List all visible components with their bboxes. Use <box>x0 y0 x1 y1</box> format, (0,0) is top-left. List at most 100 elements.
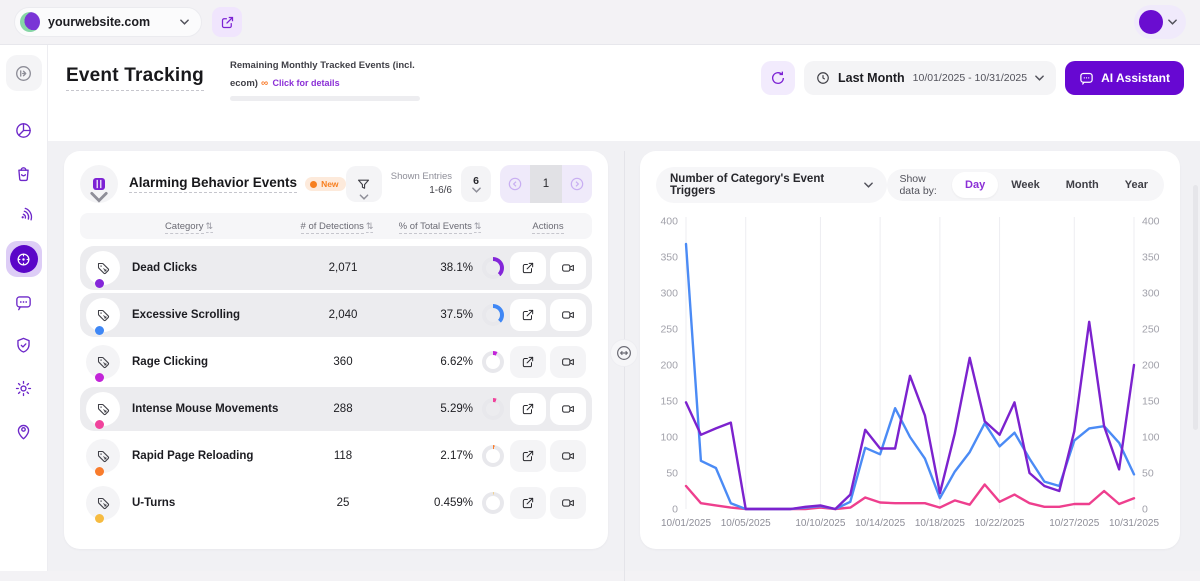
category-color-dot <box>95 373 104 382</box>
watch-recordings-button[interactable] <box>550 393 586 425</box>
remaining-progress-bar <box>230 96 420 101</box>
video-camera-icon <box>561 308 575 322</box>
sidebar-item-event-target[interactable] <box>6 241 42 277</box>
category-name: Intense Mouse Movements <box>132 403 278 415</box>
svg-text:0: 0 <box>1142 504 1148 516</box>
sidebar-item-shopping-bag[interactable] <box>6 155 42 191</box>
table-view-selector[interactable] <box>80 165 118 203</box>
shown-entries-label: Shown Entries <box>391 171 452 183</box>
column-header--of-detections[interactable]: # of Detections⇅ <box>298 221 376 232</box>
open-event-button[interactable] <box>510 440 546 472</box>
refresh-icon <box>770 70 786 86</box>
svg-text:350: 350 <box>1142 252 1160 264</box>
next-page-button[interactable] <box>562 165 592 203</box>
open-event-button[interactable] <box>510 393 546 425</box>
arrow-left-circle-icon <box>507 176 523 192</box>
tag-icon <box>96 308 111 323</box>
arrow-right-circle-icon <box>569 176 585 192</box>
table-row[interactable]: Excessive Scrolling2,04037.5% <box>80 293 592 337</box>
chart-panel: Number of Category's Event Triggers Show… <box>640 151 1180 549</box>
external-link-icon <box>521 449 535 463</box>
filter-button[interactable] <box>346 166 382 202</box>
table-row[interactable]: Dead Clicks2,07138.1% <box>80 246 592 290</box>
category-icon-circle <box>86 439 120 473</box>
category-color-dot <box>95 467 104 476</box>
shown-entries-value: 1-6/6 <box>391 184 452 197</box>
granularity-month-button[interactable]: Month <box>1053 172 1112 198</box>
category-color-dot <box>95 420 104 429</box>
video-camera-icon <box>561 355 575 369</box>
percent-of-total: 38.1% <box>440 262 473 274</box>
sidebar-item-shield-check[interactable] <box>6 327 42 363</box>
watch-recordings-button[interactable] <box>550 252 586 284</box>
table-row[interactable]: Rage Clicking 360 6.62% <box>80 340 592 384</box>
chat-icon <box>1079 71 1094 86</box>
granularity-year-button[interactable]: Year <box>1112 172 1161 198</box>
svg-text:100: 100 <box>1142 432 1160 444</box>
granularity-switch: Show data by: DayWeekMonthYear <box>887 169 1164 201</box>
watch-recordings-button[interactable] <box>550 487 586 519</box>
watch-recordings-button[interactable] <box>550 299 586 331</box>
sidebar-item-settings-gear[interactable] <box>6 370 42 406</box>
detections-count: 288 <box>304 403 382 415</box>
details-link[interactable]: Click for details <box>273 78 340 88</box>
category-name: Rapid Page Reloading <box>132 450 253 462</box>
collapse-sidebar-icon <box>14 64 33 83</box>
period-label: Last Month <box>838 71 905 85</box>
metric-select[interactable]: Number of Category's Event Triggers <box>656 167 887 203</box>
open-event-button[interactable] <box>510 487 546 519</box>
granularity-week-button[interactable]: Week <box>998 172 1053 198</box>
watch-recordings-button[interactable] <box>550 346 586 378</box>
detections-count: 360 <box>304 356 382 368</box>
svg-text:300: 300 <box>1142 288 1160 300</box>
table-row[interactable]: Intense Mouse Movements 288 5.29% <box>80 387 592 431</box>
current-page[interactable]: 1 <box>530 165 562 203</box>
metric-select-value: Number of Category's Event Triggers <box>670 173 864 197</box>
column-header--of-total-events[interactable]: % of Total Events⇅ <box>376 221 504 232</box>
open-event-button[interactable] <box>510 346 546 378</box>
table-row[interactable]: Rapid Page Reloading1182.17% <box>80 434 592 478</box>
detections-count: 25 <box>304 497 382 509</box>
svg-text:10/14/2025: 10/14/2025 <box>855 518 905 529</box>
settings-gear-icon <box>14 379 33 398</box>
refresh-button[interactable] <box>761 61 795 95</box>
percent-donut <box>482 445 504 467</box>
site-selector[interactable]: yourwebsite.com <box>14 7 202 37</box>
open-event-button[interactable] <box>510 299 546 331</box>
user-menu[interactable] <box>1134 5 1186 39</box>
sidebar-item-pie-chart[interactable] <box>6 112 42 148</box>
svg-text:400: 400 <box>660 216 678 228</box>
svg-text:250: 250 <box>1142 324 1160 336</box>
column-header-category[interactable]: Category⇅ <box>80 221 298 232</box>
column-header-actions: Actions <box>504 221 592 232</box>
sort-icon: ⇅ <box>206 221 214 233</box>
category-name: Dead Clicks <box>132 262 197 274</box>
new-badge-dot <box>310 181 317 188</box>
page-title: Event Tracking <box>66 65 204 91</box>
percent-of-total: 37.5% <box>440 309 473 321</box>
sidebar-item-radar[interactable] <box>6 198 42 234</box>
table-row[interactable]: U-Turns250.459% <box>80 481 592 525</box>
granularity-day-button[interactable]: Day <box>952 172 998 198</box>
watch-recordings-button[interactable] <box>550 440 586 472</box>
prev-page-button[interactable] <box>500 165 530 203</box>
percent-donut <box>482 351 504 373</box>
category-icon-circle <box>86 298 120 332</box>
top-bar: yourwebsite.com <box>0 0 1200 44</box>
panel-resize-handle[interactable] <box>610 339 638 367</box>
percent-of-total: 5.29% <box>440 403 473 415</box>
svg-text:10/05/2025: 10/05/2025 <box>721 518 771 529</box>
page-size-select[interactable]: 6 <box>461 166 491 202</box>
ai-assistant-button[interactable]: AI Assistant <box>1065 61 1184 95</box>
percent-of-total: 6.62% <box>440 356 473 368</box>
open-event-button[interactable] <box>510 252 546 284</box>
category-name: Rage Clicking <box>132 356 208 368</box>
date-range-picker[interactable]: Last Month 10/01/2025 - 10/31/2025 <box>804 61 1056 95</box>
open-site-button[interactable] <box>212 7 242 37</box>
table-panel-header: Alarming Behavior Events New Shown Entri… <box>80 165 592 203</box>
sidebar-item-collapse-sidebar[interactable] <box>6 55 42 91</box>
scrollbar[interactable] <box>1193 185 1198 430</box>
sidebar-item-location-person[interactable] <box>6 413 42 449</box>
sidebar-item-chat[interactable] <box>6 284 42 320</box>
category-icon-circle <box>86 251 120 285</box>
